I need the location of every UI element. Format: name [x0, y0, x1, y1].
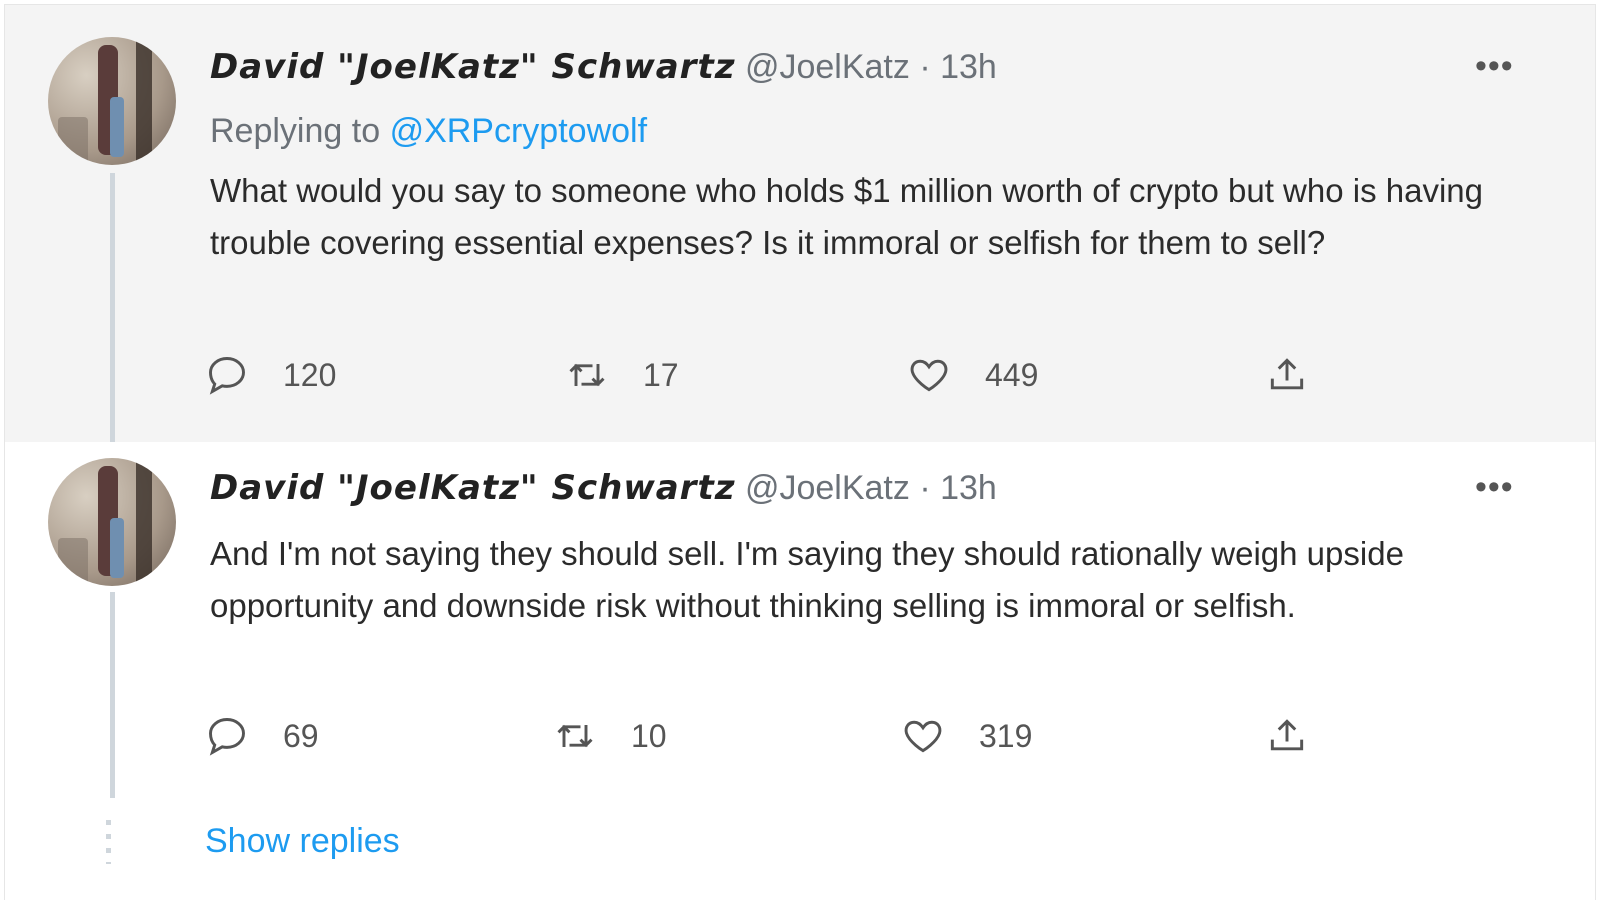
author-handle[interactable]: @JoelKatz	[745, 469, 910, 507]
tweet-text: And I'm not saying they should sell. I'm…	[210, 535, 1404, 624]
retweet-button[interactable]: 10	[553, 714, 667, 758]
retweet-count: 10	[631, 717, 667, 754]
replying-to-label: Replying to	[210, 112, 381, 150]
avatar[interactable]	[48, 37, 176, 165]
replying-to-mention[interactable]: @XRPcryptowolf	[390, 112, 647, 150]
retweet-count: 17	[643, 356, 679, 393]
reply-icon	[209, 718, 245, 756]
like-count: 449	[985, 356, 1039, 393]
reply-count: 120	[283, 356, 337, 393]
more-icon[interactable]: •••	[1475, 468, 1514, 507]
like-count: 319	[979, 717, 1033, 754]
reply-count: 69	[283, 717, 319, 754]
retweet-icon	[569, 363, 605, 387]
tweet-actions: 69 10 319	[205, 714, 1355, 764]
show-replies-link[interactable]: Show replies	[205, 822, 400, 861]
tweet-text: What would you say to someone who holds …	[210, 172, 1483, 261]
tweet-header: David "JoelKatz" Schwartz @JoelKatz · 13…	[210, 47, 997, 87]
thread-line	[110, 173, 115, 442]
tweet-2[interactable]: David "JoelKatz" Schwartz @JoelKatz · 13…	[5, 442, 1595, 842]
like-icon	[910, 359, 948, 392]
separator: ·	[919, 469, 931, 507]
separator: ·	[919, 48, 931, 86]
tweet-actions: 120 17 449	[205, 353, 1355, 403]
like-button[interactable]: 449	[907, 353, 1038, 397]
share-button[interactable]	[1265, 714, 1343, 758]
reply-button[interactable]: 69	[205, 714, 319, 758]
like-button[interactable]: 319	[901, 714, 1032, 758]
author-name[interactable]: David "JoelKatz" Schwartz	[210, 468, 736, 508]
thread-dots	[106, 820, 111, 864]
like-icon	[904, 720, 942, 753]
tweet-1[interactable]: David "JoelKatz" Schwartz @JoelKatz · 13…	[5, 5, 1595, 442]
timestamp[interactable]: 13h	[940, 48, 997, 86]
share-button[interactable]	[1265, 353, 1343, 397]
tweet-header: David "JoelKatz" Schwartz @JoelKatz · 13…	[210, 468, 997, 508]
author-name[interactable]: David "JoelKatz" Schwartz	[210, 47, 736, 87]
share-icon	[1270, 719, 1304, 751]
reply-button[interactable]: 120	[205, 353, 336, 397]
share-icon	[1270, 358, 1304, 390]
retweet-button[interactable]: 17	[565, 353, 679, 397]
replying-to: Replying to @XRPcryptowolf	[210, 112, 647, 151]
thread-line	[110, 592, 115, 798]
more-icon[interactable]: •••	[1475, 47, 1514, 86]
avatar[interactable]	[48, 458, 176, 586]
author-handle[interactable]: @JoelKatz	[745, 48, 910, 86]
reply-icon	[209, 357, 245, 395]
timestamp[interactable]: 13h	[940, 469, 997, 507]
retweet-icon	[557, 724, 593, 748]
